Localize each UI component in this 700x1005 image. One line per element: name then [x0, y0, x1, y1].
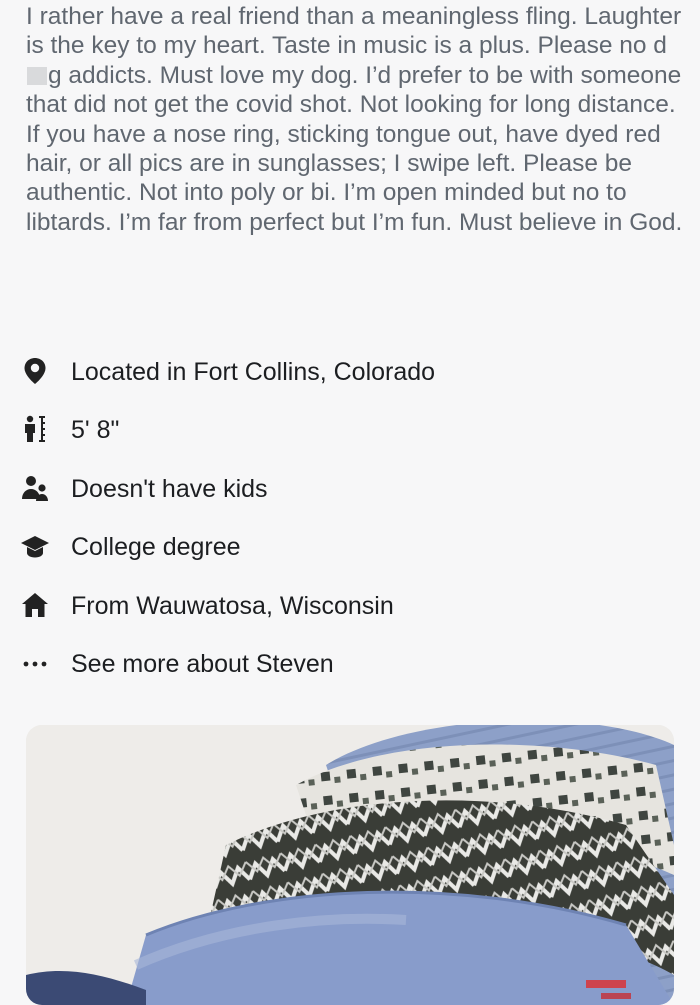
height-icon [20, 415, 50, 443]
profile-bio: I rather have a real friend than a meani… [26, 2, 686, 237]
location-pin-icon [20, 357, 50, 385]
graduation-cap-icon [20, 532, 50, 560]
detail-hometown-label: From Wauwatosa, Wisconsin [71, 592, 394, 620]
detail-hometown: From Wauwatosa, Wisconsin [0, 585, 700, 625]
bio-text-end: g addicts. Must love my dog. I’d prefer … [26, 61, 683, 236]
detail-location-label: Located in Fort Collins, Colorado [71, 358, 436, 386]
see-more-label: See more about Steven [71, 650, 334, 678]
detail-height-label: 5' 8" [71, 416, 120, 444]
more-dots-icon [20, 649, 50, 677]
redaction-block [27, 66, 47, 85]
detail-education: College degree [0, 526, 700, 566]
home-icon [20, 591, 50, 619]
photo-knit-hat-image [26, 725, 674, 1005]
detail-kids: Doesn't have kids [0, 468, 700, 508]
detail-height: 5' 8" [0, 409, 700, 449]
see-more-link[interactable]: See more about Steven [0, 643, 700, 683]
detail-location: Located in Fort Collins, Colorado [0, 351, 700, 391]
detail-education-label: College degree [71, 533, 241, 561]
detail-kids-label: Doesn't have kids [71, 475, 268, 503]
kids-icon [20, 474, 50, 502]
bio-text-start: I rather have a real friend than a meani… [26, 3, 682, 60]
profile-photo[interactable] [26, 725, 674, 1005]
